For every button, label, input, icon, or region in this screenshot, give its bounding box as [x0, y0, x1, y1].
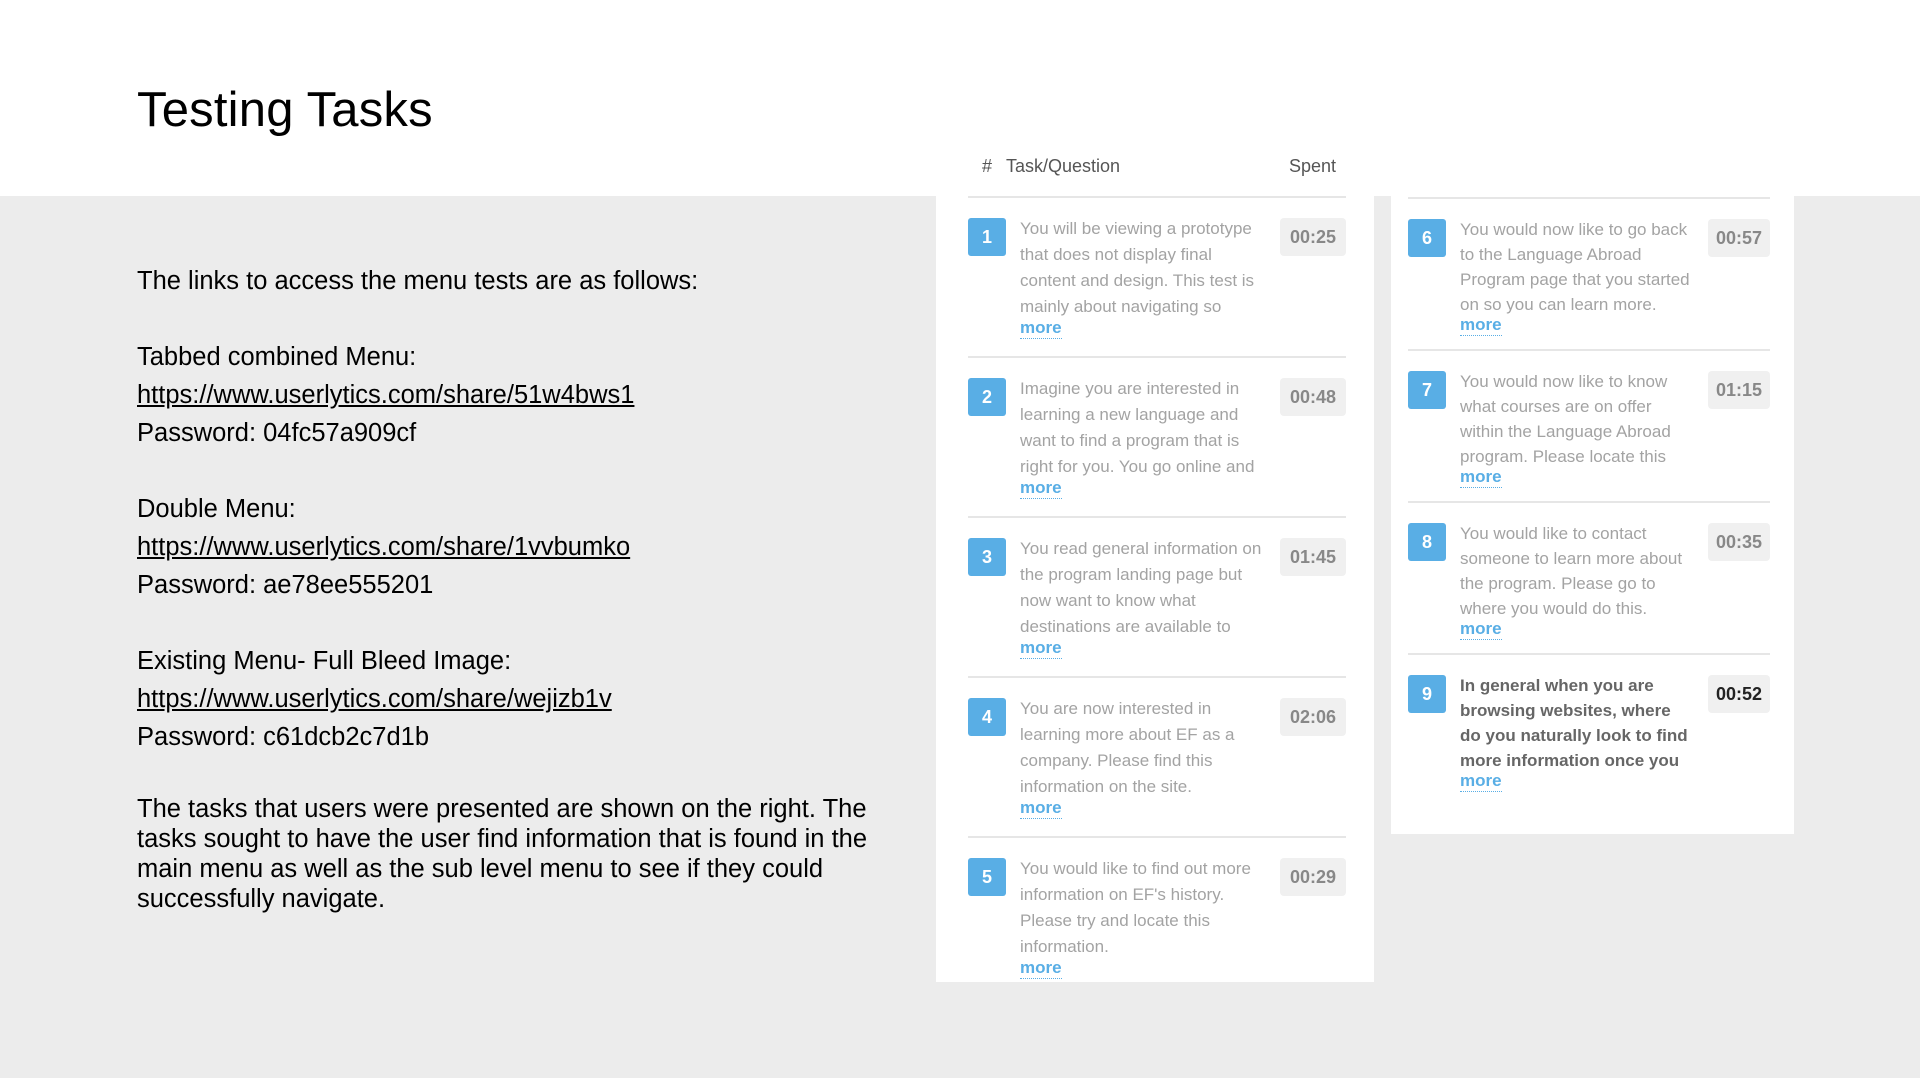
time-spent-badge: 01:45	[1280, 538, 1346, 576]
time-spent-badge: 00:29	[1280, 858, 1346, 896]
slide: Testing Tasks The links to access the me…	[0, 0, 1920, 1080]
time-spent-badge: 02:06	[1280, 698, 1346, 736]
menu-password: Password: c61dcb2c7d1b	[137, 723, 430, 751]
more-link[interactable]: more	[1020, 478, 1062, 499]
time-spent-badge: 00:35	[1708, 523, 1770, 561]
task-row: 2 Imagine you are interested in learning…	[968, 358, 1346, 518]
menu-password: Password: 04fc57a909cf	[137, 419, 417, 447]
task-row: 9 In general when you are browsing websi…	[1408, 655, 1770, 807]
page-title: Testing Tasks	[137, 83, 433, 137]
more-link[interactable]: more	[1460, 619, 1502, 640]
task-row: 6 You would now like to go back to the L…	[1408, 199, 1770, 351]
task-question: You would like to find out more informat…	[1020, 859, 1251, 956]
task-number-badge: 6	[1408, 219, 1446, 257]
menu-links-section: The links to access the menu tests are a…	[137, 262, 877, 914]
menu-name: Double Menu:	[137, 495, 296, 523]
more-link[interactable]: more	[1020, 318, 1062, 339]
menu-link[interactable]: https://www.userlytics.com/share/51w4bws…	[137, 381, 634, 409]
task-question: You are now interested in learning more …	[1020, 699, 1235, 796]
task-row: 7 You would now like to know what course…	[1408, 351, 1770, 503]
menu-name: Existing Menu- Full Bleed Image:	[137, 647, 512, 675]
intro-text: The links to access the menu tests are a…	[137, 267, 699, 295]
outro-text: The tasks that users were presented are …	[137, 795, 868, 913]
task-number-badge: 4	[968, 698, 1006, 736]
task-question: In general when you are browsing website…	[1460, 676, 1688, 770]
task-row: 8 You would like to contact someone to l…	[1408, 503, 1770, 655]
task-number-badge: 9	[1408, 675, 1446, 713]
more-link[interactable]: more	[1020, 638, 1062, 659]
task-question: You will be viewing a prototype that doe…	[1020, 219, 1255, 316]
task-question: You would now like to know what courses …	[1460, 372, 1671, 466]
task-row: 5 You would like to find out more inform…	[968, 838, 1346, 998]
more-link[interactable]: more	[1020, 798, 1062, 819]
task-number-badge: 2	[968, 378, 1006, 416]
number-column-header: #	[982, 156, 993, 176]
task-number-badge: 5	[968, 858, 1006, 896]
time-spent-badge: 00:52	[1708, 675, 1770, 713]
time-spent-badge: 00:57	[1708, 219, 1770, 257]
task-question: Imagine you are interested in learning a…	[1020, 379, 1255, 476]
menu-password: Password: ae78ee555201	[137, 571, 434, 599]
task-column-header: Task/Question	[1006, 156, 1121, 176]
menu-link[interactable]: https://www.userlytics.com/share/wejizb1…	[137, 685, 612, 713]
task-number-badge: 8	[1408, 523, 1446, 561]
more-link[interactable]: more	[1460, 315, 1502, 336]
task-number-badge: 3	[968, 538, 1006, 576]
menu-name: Tabbed combined Menu:	[137, 343, 417, 371]
more-link[interactable]: more	[1020, 958, 1062, 979]
task-number-badge: 1	[968, 218, 1006, 256]
task-question: You would now like to go back to the Lan…	[1460, 220, 1690, 314]
time-spent-badge: 01:15	[1708, 371, 1770, 409]
task-question: You would like to contact someone to lea…	[1460, 524, 1683, 618]
task-table-header: # Task/Question Spent	[968, 150, 1346, 184]
more-link[interactable]: more	[1460, 771, 1502, 792]
time-spent-badge: 00:25	[1280, 218, 1346, 256]
task-row: 1 You will be viewing a prototype that d…	[968, 198, 1346, 358]
task-row: 4 You are now interested in learning mor…	[968, 678, 1346, 838]
menu-link[interactable]: https://www.userlytics.com/share/1vvbumk…	[137, 533, 630, 561]
time-spent-badge: 00:48	[1280, 378, 1346, 416]
task-number-badge: 7	[1408, 371, 1446, 409]
task-row: 3 You read general information on the pr…	[968, 518, 1346, 678]
more-link[interactable]: more	[1460, 467, 1502, 488]
spent-column-header: Spent	[1288, 156, 1336, 176]
task-question: You read general information on the prog…	[1020, 539, 1262, 636]
